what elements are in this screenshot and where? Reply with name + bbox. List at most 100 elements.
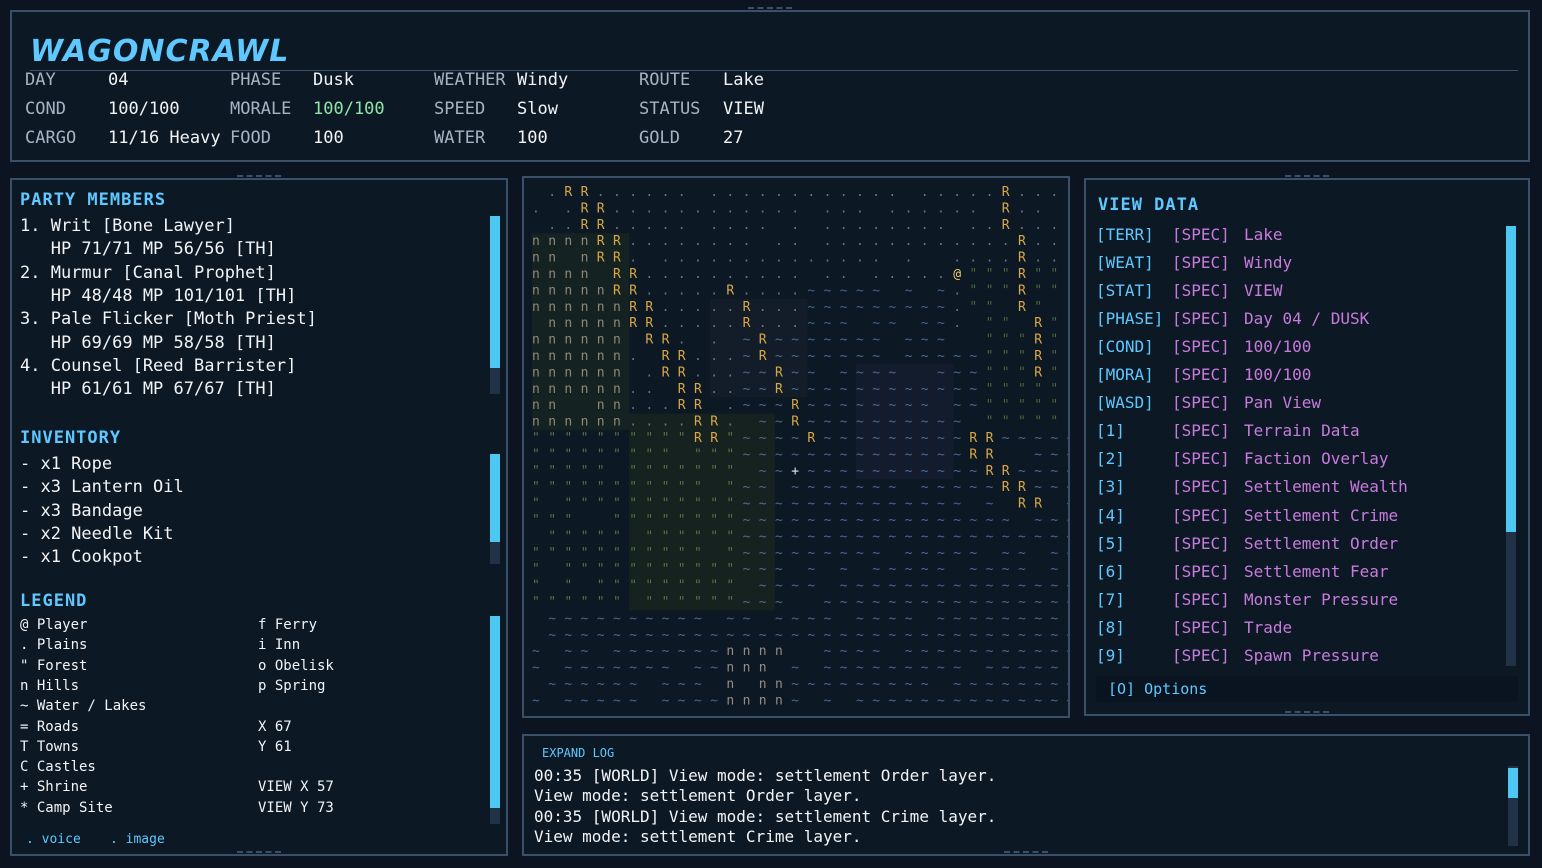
view-data-row[interactable]: [TERR] [SPEC] Lake: [1096, 225, 1496, 247]
map-tile: ~: [807, 529, 815, 544]
view-data-row[interactable]: [COND] [SPEC] 100/100: [1096, 337, 1496, 359]
expand-log-button[interactable]: EXPAND LOG: [542, 746, 614, 760]
image-link[interactable]: . image: [110, 832, 165, 847]
map-tile: ~: [969, 349, 977, 364]
view-data-row[interactable]: [MORA] [SPEC] 100/100: [1096, 365, 1496, 387]
map-tile: ": [1067, 267, 1068, 282]
inventory-item: - x2 Needle Kit: [20, 523, 174, 544]
map-tile: ": [710, 529, 718, 544]
stat-value: VIEW: [723, 99, 764, 119]
view-data-row[interactable]: [1] [SPEC] Terrain Data: [1096, 421, 1496, 443]
map-tile: .: [905, 267, 913, 282]
view-data-value: Monster Pressure: [1244, 589, 1399, 609]
map-tile: ~: [807, 464, 815, 479]
map-tile: R: [775, 365, 783, 380]
map-tile: .: [791, 218, 799, 233]
map-tile: ~: [937, 300, 945, 315]
view-data-row[interactable]: [6] [SPEC] Settlement Fear: [1096, 562, 1496, 584]
map-tile: ": [710, 579, 718, 594]
legend-scroll-thumb[interactable]: [490, 616, 500, 808]
map-tile: ": [678, 595, 686, 610]
map-tile: ~: [986, 513, 994, 528]
view-data-row[interactable]: [WASD] [SPEC] Pan View: [1096, 393, 1496, 415]
map-tile: ~: [872, 497, 880, 512]
map-tile: ~: [953, 480, 961, 495]
map-tile: ~: [986, 628, 994, 643]
map-tile: .: [597, 185, 605, 200]
map-tile: R: [986, 447, 994, 462]
map-tile: n: [759, 661, 767, 676]
map-tile: ": [548, 595, 556, 610]
legend-entry: . Plains: [20, 637, 88, 654]
party-line: HP 61/61 MP 67/67 [TH]: [20, 379, 276, 400]
inventory-scrollbar[interactable]: [490, 454, 500, 564]
legend-entry: T Towns: [20, 738, 80, 755]
map-tile: R: [581, 201, 589, 216]
map-tile: ": [597, 529, 605, 544]
map-tile: ~: [662, 661, 670, 676]
map-tile: ~: [872, 595, 880, 610]
map-tile: n: [581, 333, 589, 348]
map-tile: R: [1034, 365, 1042, 380]
view-data-value: Terrain Data: [1244, 421, 1360, 441]
view-data-spec: [SPEC]: [1172, 477, 1230, 497]
inventory-scroll-thumb[interactable]: [490, 454, 500, 542]
view-data-row[interactable]: [4] [SPEC] Settlement Crime: [1096, 506, 1496, 528]
view-data-row[interactable]: [2] [SPEC] Faction Overlay: [1096, 449, 1496, 471]
map-tile: .: [743, 201, 751, 216]
view-data-row[interactable]: [7] [SPEC] Monster Pressure: [1096, 590, 1496, 612]
voice-link[interactable]: . voice: [26, 832, 81, 847]
view-data-scroll-thumb[interactable]: [1506, 226, 1516, 532]
map-tile: ~: [953, 529, 961, 544]
map-tile: ": [645, 595, 653, 610]
view-data-row[interactable]: [3] [SPEC] Settlement Wealth: [1096, 477, 1496, 499]
view-data-key: [MORA]: [1096, 365, 1154, 385]
party-scrollbar[interactable]: [490, 216, 500, 394]
map-tile: .: [694, 365, 702, 380]
view-data-scrollbar[interactable]: [1506, 226, 1516, 666]
legend-scrollbar[interactable]: [490, 616, 500, 824]
map-tile: .: [532, 201, 540, 216]
map-tile: ~: [872, 382, 880, 397]
map-tile: ": [726, 431, 734, 446]
map-tile: .: [662, 185, 670, 200]
map-tile: ~: [564, 677, 572, 692]
stat-value: 100: [313, 128, 344, 148]
map-tile: ~: [1018, 546, 1026, 561]
map-tile: .: [921, 201, 929, 216]
map-tile: ~: [905, 644, 913, 659]
map-panel[interactable]: .RR.......................R......RR.....…: [522, 176, 1070, 718]
view-data-row[interactable]: [STAT] [SPEC] VIEW: [1096, 281, 1496, 303]
view-data-row[interactable]: [9] [SPEC] Spawn Pressure: [1096, 646, 1496, 668]
options-bar[interactable]: [O] Options: [1096, 676, 1518, 702]
map-tile: .: [645, 267, 653, 282]
panel-notch: [237, 175, 281, 183]
map-tile: .: [791, 201, 799, 216]
options-label[interactable]: [O] Options: [1108, 680, 1207, 698]
map-tile: ": [564, 546, 572, 561]
map-tile: ~: [1034, 628, 1042, 643]
view-data-row[interactable]: [8] [SPEC] Trade: [1096, 618, 1496, 640]
view-data-row[interactable]: [PHASE] [SPEC] Day 04 / DUSK: [1096, 309, 1496, 331]
map-tile: ~: [840, 529, 848, 544]
map-tile: n: [581, 349, 589, 364]
world-map[interactable]: .RR.......................R......RR.....…: [524, 178, 1068, 716]
log-scroll-thumb[interactable]: [1508, 768, 1518, 798]
map-tile: n: [597, 316, 605, 331]
map-tile: ~: [662, 710, 670, 716]
map-tile: ": [726, 497, 734, 512]
view-data-spec: [SPEC]: [1172, 449, 1230, 469]
map-tile: ~: [905, 595, 913, 610]
party-scroll-thumb[interactable]: [490, 216, 500, 368]
map-tile: .: [694, 300, 702, 315]
map-tile: n: [532, 333, 540, 348]
map-tile: R: [791, 398, 799, 413]
view-data-row[interactable]: [5] [SPEC] Settlement Order: [1096, 534, 1496, 556]
map-tile: ~: [921, 300, 929, 315]
map-tile: ~: [824, 497, 832, 512]
view-data-row[interactable]: [WEAT] [SPEC] Windy: [1096, 253, 1496, 275]
map-tile: ~: [969, 693, 977, 708]
map-tile: ": [678, 546, 686, 561]
log-scrollbar[interactable]: [1508, 766, 1518, 846]
stat-label: FOOD: [230, 128, 271, 148]
